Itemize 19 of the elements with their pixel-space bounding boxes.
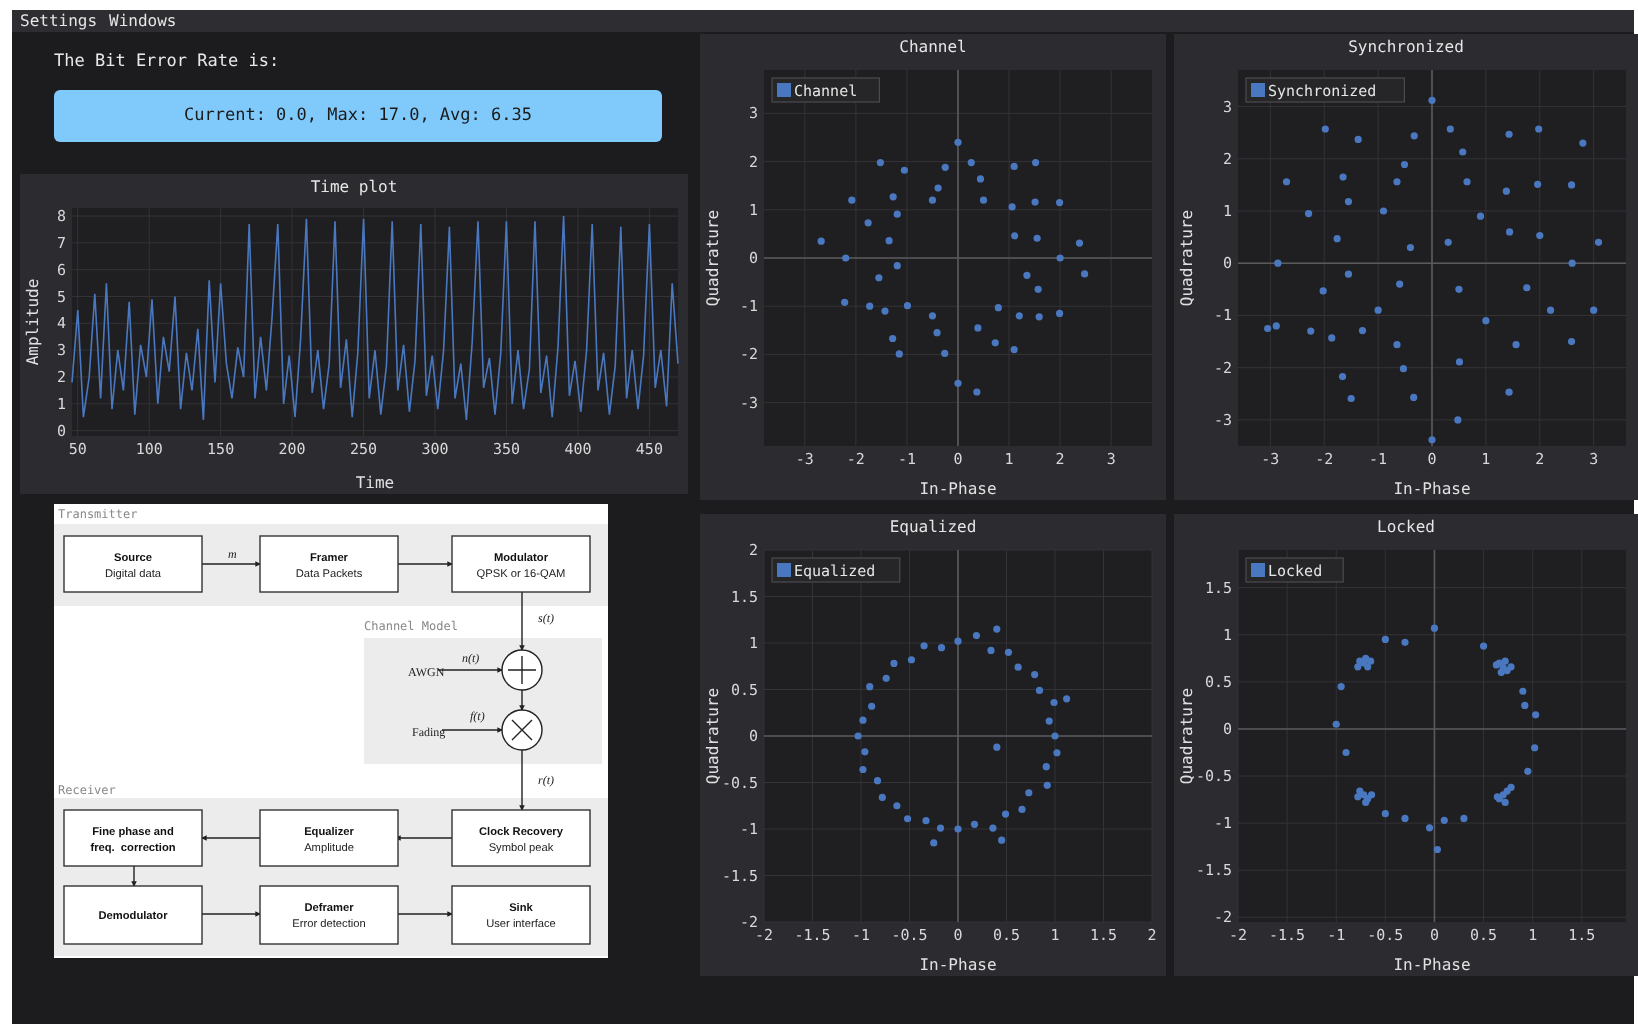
axis-title: In-Phase [1393,956,1471,974]
ber-label: The Bit Error Rate is: [54,52,282,74]
chart-title: Locked [1375,516,1437,540]
chart-title: Equalized [887,516,979,540]
axis-title: Amplitude [24,278,42,366]
chart-title: Synchronized [1346,36,1466,60]
chart-title: Channel [897,36,969,60]
axis-title: In-Phase [1393,480,1471,498]
axis-title: In-Phase [919,480,997,498]
axis-title: Quadrature [704,687,722,785]
ber-readout: Current: 0.0, Max: 17.0, Avg: 6.35 [54,90,662,142]
menu-item[interactable]: Windows [109,10,177,32]
menu-item[interactable]: Settings [20,10,98,32]
axis-title: Quadrature [1178,209,1196,307]
chart-title: Time plot [308,176,400,200]
axis-title: Time [355,474,395,492]
axis-title: In-Phase [919,956,997,974]
axis-title: Quadrature [704,209,722,307]
axis-title: Quadrature [1178,687,1196,785]
